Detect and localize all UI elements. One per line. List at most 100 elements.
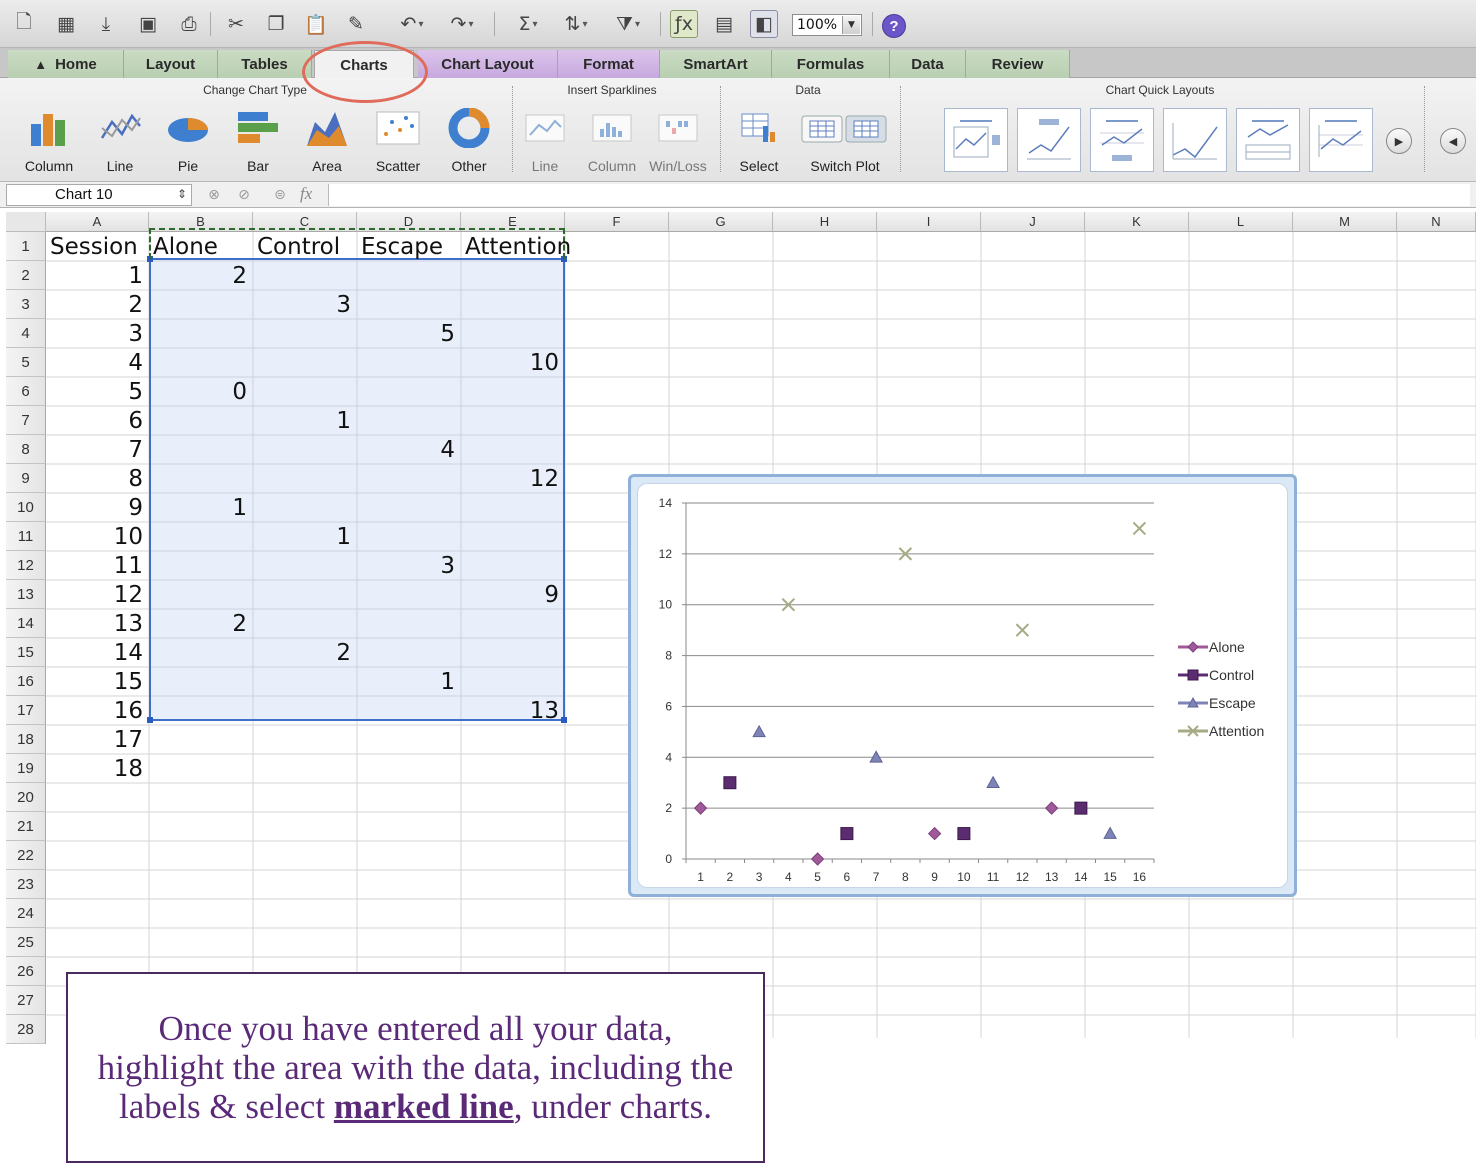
chart-area[interactable]: 0 2 4 6 8 10 12 14 1 2 3 4 5 6 7 8 9 10 11 12 13 14 15 16 Alone C… bbox=[637, 483, 1288, 888]
tab-tables[interactable]: Tables bbox=[218, 50, 312, 78]
row-header-24[interactable]: 24 bbox=[6, 899, 46, 928]
session-cell[interactable]: 4 bbox=[50, 348, 143, 377]
function-icon[interactable]: ƒx bbox=[670, 10, 698, 38]
sort-icon[interactable]: ⇅ bbox=[556, 10, 596, 38]
row-header-21[interactable]: 21 bbox=[6, 812, 46, 841]
row-header-8[interactable]: 8 bbox=[6, 435, 46, 464]
scroll-left-icon[interactable]: ◀ bbox=[1440, 128, 1466, 154]
format-painter-icon[interactable]: ✎ bbox=[342, 10, 370, 38]
session-cell[interactable]: 1 bbox=[50, 261, 143, 290]
help-icon[interactable]: ? bbox=[882, 14, 906, 38]
row-header-15[interactable]: 15 bbox=[6, 638, 46, 667]
session-cell[interactable]: 11 bbox=[50, 551, 143, 580]
tab-layout[interactable]: Layout bbox=[124, 50, 218, 78]
tab-smartart[interactable]: SmartArt bbox=[660, 50, 772, 78]
value-cell[interactable]: 1 bbox=[153, 493, 247, 522]
value-cell[interactable]: 1 bbox=[257, 522, 351, 551]
row-header-5[interactable]: 5 bbox=[6, 348, 46, 377]
value-cell[interactable]: 12 bbox=[465, 464, 559, 493]
selection-handle[interactable] bbox=[561, 717, 567, 723]
formula-input[interactable] bbox=[328, 184, 1470, 206]
bar-chart-button[interactable]: Bar bbox=[228, 106, 288, 174]
session-cell[interactable]: 12 bbox=[50, 580, 143, 609]
autosum-icon[interactable]: Σ bbox=[508, 10, 548, 38]
header-cell[interactable]: Control bbox=[257, 232, 351, 261]
other-chart-button[interactable]: Other bbox=[440, 106, 498, 174]
undo-icon[interactable]: ↶ bbox=[392, 10, 432, 38]
column-header-n[interactable]: N bbox=[1397, 212, 1476, 232]
session-cell[interactable]: 9 bbox=[50, 493, 143, 522]
row-header-9[interactable]: 9 bbox=[6, 464, 46, 493]
open-icon[interactable]: ⤓ bbox=[92, 10, 120, 38]
row-header-17[interactable]: 17 bbox=[6, 696, 46, 725]
column-header-d[interactable]: D bbox=[357, 212, 461, 232]
row-header-28[interactable]: 28 bbox=[6, 1015, 46, 1044]
value-cell[interactable]: 3 bbox=[257, 290, 351, 319]
toolbox-icon[interactable]: ▤ bbox=[710, 10, 738, 38]
sparkline-column-button[interactable]: Column bbox=[584, 106, 640, 174]
column-header-f[interactable]: F bbox=[565, 212, 669, 232]
session-cell[interactable]: 14 bbox=[50, 638, 143, 667]
row-header-4[interactable]: 4 bbox=[6, 319, 46, 348]
quick-layout-4[interactable] bbox=[1163, 108, 1227, 172]
row-header-12[interactable]: 12 bbox=[6, 551, 46, 580]
value-cell[interactable]: 4 bbox=[361, 435, 455, 464]
column-header-k[interactable]: K bbox=[1085, 212, 1189, 232]
column-chart-button[interactable]: Column bbox=[18, 106, 80, 174]
value-cell[interactable]: 1 bbox=[361, 667, 455, 696]
paste-icon[interactable]: 📋 bbox=[302, 10, 330, 38]
select-data-button[interactable]: Select bbox=[734, 106, 784, 174]
next-layout-icon[interactable]: ▶ bbox=[1386, 128, 1412, 154]
line-chart-button[interactable]: Line bbox=[92, 106, 148, 174]
column-header-h[interactable]: H bbox=[773, 212, 877, 232]
tab-review[interactable]: Review bbox=[966, 50, 1070, 78]
column-header-b[interactable]: B bbox=[149, 212, 253, 232]
header-cell[interactable]: Attention bbox=[465, 232, 571, 261]
value-cell[interactable]: 2 bbox=[153, 261, 247, 290]
tab-chart-layout[interactable]: Chart Layout bbox=[418, 50, 558, 78]
row-header-1[interactable]: 1 bbox=[6, 232, 46, 261]
sparkline-line-button[interactable]: Line bbox=[522, 106, 568, 174]
scatter-chart-button[interactable]: Scatter bbox=[368, 106, 428, 174]
row-header-7[interactable]: 7 bbox=[6, 406, 46, 435]
session-cell[interactable]: 18 bbox=[50, 754, 143, 783]
tab-charts[interactable]: Charts bbox=[314, 50, 414, 80]
chart-object[interactable]: 0 2 4 6 8 10 12 14 1 2 3 4 5 6 7 8 9 10 11 12 13 14 15 16 Alone C… bbox=[628, 474, 1297, 897]
value-cell[interactable]: 2 bbox=[153, 609, 247, 638]
column-header-j[interactable]: J bbox=[981, 212, 1085, 232]
row-header-20[interactable]: 20 bbox=[6, 783, 46, 812]
tab-home[interactable]: ▲ Home bbox=[8, 50, 124, 78]
quick-layout-5[interactable] bbox=[1236, 108, 1300, 172]
equals-icon[interactable]: ⊜ bbox=[270, 185, 290, 205]
tab-formulas[interactable]: Formulas bbox=[772, 50, 890, 78]
value-cell[interactable]: 10 bbox=[465, 348, 559, 377]
row-header-23[interactable]: 23 bbox=[6, 870, 46, 899]
row-header-18[interactable]: 18 bbox=[6, 725, 46, 754]
redo-icon[interactable]: ↷ bbox=[442, 10, 482, 38]
header-cell[interactable]: Session bbox=[50, 232, 143, 261]
session-cell[interactable]: 13 bbox=[50, 609, 143, 638]
quick-layout-2[interactable] bbox=[1017, 108, 1081, 172]
new-icon[interactable]: 🗋 bbox=[10, 10, 38, 38]
session-cell[interactable]: 2 bbox=[50, 290, 143, 319]
filter-icon[interactable]: ⧩ bbox=[608, 10, 648, 38]
row-header-3[interactable]: 3 bbox=[6, 290, 46, 319]
column-header-a[interactable]: A bbox=[46, 212, 149, 232]
session-cell[interactable]: 3 bbox=[50, 319, 143, 348]
row-header-6[interactable]: 6 bbox=[6, 377, 46, 406]
value-cell[interactable]: 9 bbox=[465, 580, 559, 609]
header-cell[interactable]: Escape bbox=[361, 232, 455, 261]
column-header-e[interactable]: E bbox=[461, 212, 565, 232]
value-cell[interactable]: 2 bbox=[257, 638, 351, 667]
stepper-icon[interactable]: ⇕ bbox=[177, 187, 187, 201]
session-cell[interactable]: 7 bbox=[50, 435, 143, 464]
gallery-icon[interactable]: ▦ bbox=[52, 10, 80, 38]
row-header-13[interactable]: 13 bbox=[6, 580, 46, 609]
selection-handle[interactable] bbox=[147, 717, 153, 723]
column-header-i[interactable]: I bbox=[877, 212, 981, 232]
row-header-19[interactable]: 19 bbox=[6, 754, 46, 783]
column-header-m[interactable]: M bbox=[1293, 212, 1397, 232]
tab-format[interactable]: Format bbox=[558, 50, 660, 78]
row-header-14[interactable]: 14 bbox=[6, 609, 46, 638]
cancel-icon[interactable]: ⊗ bbox=[204, 185, 224, 205]
